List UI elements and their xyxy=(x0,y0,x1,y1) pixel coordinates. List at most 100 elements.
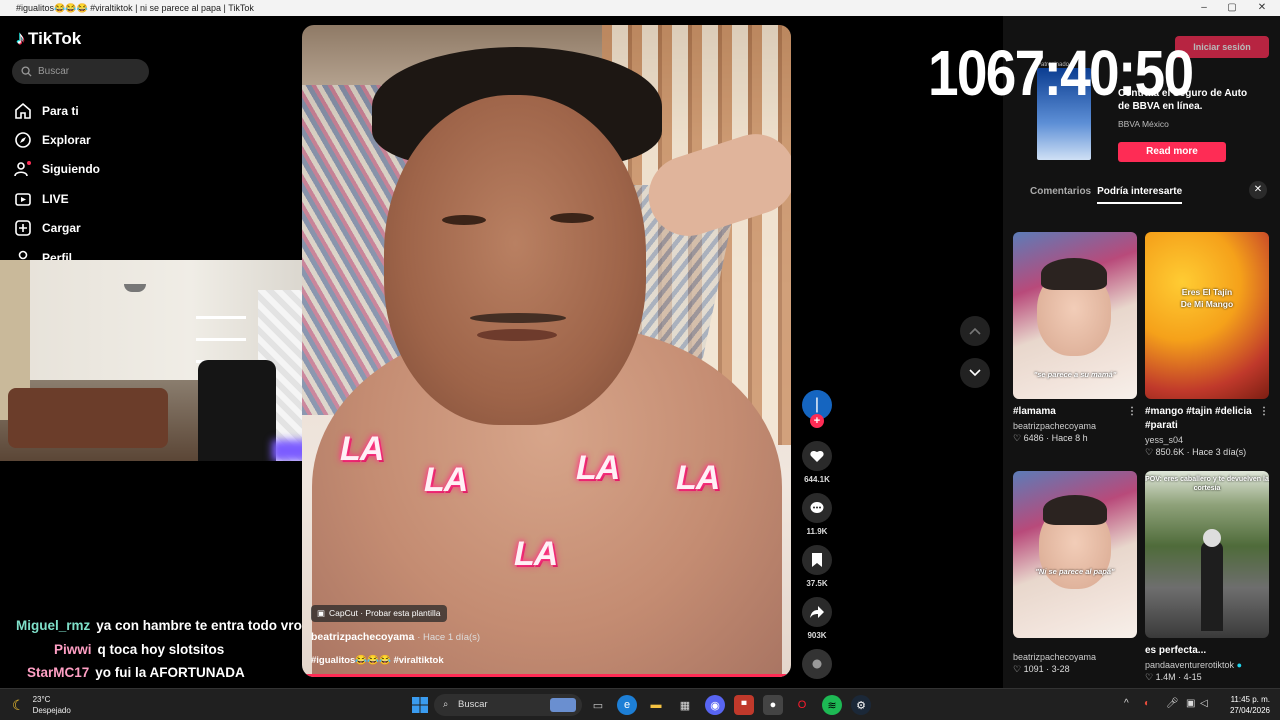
thumbnail-caption: "Ni se parece al papá" xyxy=(1035,567,1115,576)
comment-button[interactable]: 11.9K xyxy=(800,493,834,536)
webcam-gaming-chair xyxy=(198,360,276,461)
spotify-icon[interactable]: ≋ xyxy=(822,695,842,715)
bookmark-icon xyxy=(812,553,822,567)
tab-podria-interesarte[interactable]: Podría interesarte xyxy=(1097,186,1183,204)
network-icon[interactable]: ▣ xyxy=(1186,698,1195,709)
tiktok-note-icon: ♪ xyxy=(16,28,25,48)
more-options-icon[interactable]: ⋮ xyxy=(1259,405,1269,419)
sidebar-item-siguiendo[interactable]: Siguiendo xyxy=(14,155,100,184)
sidebar-item-live[interactable]: LIVE xyxy=(14,184,100,213)
overlay-text: LA xyxy=(424,461,468,499)
opera-icon[interactable]: O xyxy=(792,695,812,715)
store-icon[interactable]: ▦ xyxy=(675,695,695,715)
steam-icon[interactable]: ⚙ xyxy=(851,695,871,715)
microphone-icon[interactable]: 🎤︎ xyxy=(1166,698,1179,709)
chevron-down-icon xyxy=(969,369,981,377)
card-username[interactable]: beatrizpachecoyama xyxy=(1013,421,1137,431)
next-video-button[interactable] xyxy=(960,358,990,388)
chat-message: StarMC17 yo fui la AFORTUNADA xyxy=(16,661,302,685)
card-username[interactable]: beatrizpachecoyama xyxy=(1013,652,1137,662)
stream-chat: Miguel_rmz ya con hambre te entra todo vr… xyxy=(16,614,302,685)
file-explorer-icon[interactable]: ▬ xyxy=(646,695,666,715)
sidebar-item-para-ti[interactable]: Para ti xyxy=(14,96,100,125)
search-placeholder: Buscar xyxy=(38,66,70,77)
sidebar-item-label: Explorar xyxy=(42,133,91,148)
video-card[interactable]: POV: eres caballero y te devuelven la co… xyxy=(1145,471,1269,683)
weather-condition: Despejado xyxy=(32,706,71,715)
maximize-button[interactable]: ▢ xyxy=(1218,0,1246,16)
music-disc-icon[interactable] xyxy=(802,649,832,679)
search-input[interactable]: Buscar xyxy=(12,59,149,84)
minimize-button[interactable]: – xyxy=(1190,0,1218,16)
edge-icon[interactable]: e xyxy=(617,695,637,715)
search-icon: ⌕ xyxy=(443,699,449,710)
volume-icon[interactable]: ◁ xyxy=(1200,698,1208,709)
sidebar-item-explorar[interactable]: Explorar xyxy=(14,125,100,154)
video-player[interactable]: LA LA LA LA LA ▣ CapCut · Probar esta pl… xyxy=(302,25,791,677)
weather-temp: 23°C xyxy=(32,695,51,704)
ad-read-more-button[interactable]: Read more xyxy=(1118,142,1226,162)
sidebar-nav: Para ti Explorar Siguiendo LIVE Cargar P… xyxy=(14,96,100,272)
video-hashtags[interactable]: #igualitos😂😂😂 #viraltiktok xyxy=(311,655,444,666)
tab-comentarios[interactable]: Comentarios xyxy=(1030,186,1091,204)
more-options-icon[interactable]: ⋮ xyxy=(1127,405,1137,419)
streaming-app-icon[interactable]: ▀ xyxy=(734,695,754,715)
like-button[interactable]: 644.1K xyxy=(800,441,834,484)
tiktok-logo[interactable]: ♪ TikTok xyxy=(16,28,81,49)
post-time: · Hace 1 día(s) xyxy=(417,632,481,643)
windows-taskbar: ☾ 23°C Despejado ⌕ Buscar ▭ e ▬ ▦ ◉ ▀ ● … xyxy=(0,688,1280,720)
taskbar-search[interactable]: ⌕ Buscar xyxy=(434,694,582,716)
system-clock[interactable]: 11:45 p. m. 27/04/2026 xyxy=(1224,694,1270,716)
comment-count: 11.9K xyxy=(806,527,828,536)
tray-overflow-icon[interactable]: ^ xyxy=(1124,698,1129,709)
video-progress-fill xyxy=(302,674,787,677)
active-app-icon[interactable]: ● xyxy=(763,695,783,715)
webcam-overlay xyxy=(0,260,318,461)
sidebar-item-cargar[interactable]: Cargar xyxy=(14,214,100,243)
ad-brand: BBVA México xyxy=(1118,119,1169,129)
video-card[interactable]: Eres El Tajín De Mi Mango #mango #tajin … xyxy=(1145,232,1269,458)
share-icon xyxy=(810,606,824,618)
window-title: #igualitos😂😂😂 #viraltiktok | ni se parec… xyxy=(16,3,254,13)
card-meta: ♡ 1091 · 3-28 xyxy=(1013,664,1070,674)
video-card[interactable]: "se parece a su mamá" #lamama ⋮ beatrizpa… xyxy=(1013,232,1137,444)
chat-username: StarMC17 xyxy=(27,665,90,680)
comment-icon xyxy=(810,502,824,513)
chat-text: yo fui la AFORTUNADA xyxy=(95,665,245,680)
overlay-text: LA xyxy=(514,535,558,573)
share-button[interactable]: 903K xyxy=(800,597,834,640)
search-highlight-icon xyxy=(550,698,576,712)
card-title: es perfecta... xyxy=(1145,645,1207,656)
card-title: #lamama ⋮ xyxy=(1013,405,1137,419)
card-username[interactable]: yess_s04 xyxy=(1145,435,1269,445)
capcut-label: CapCut · Probar esta plantilla xyxy=(329,608,441,618)
sidebar-item-label: Para ti xyxy=(42,103,79,118)
video-progress-bar[interactable] xyxy=(302,674,791,677)
video-author[interactable]: beatrizpachecoyama · Hace 1 día(s) xyxy=(311,631,480,643)
capcut-icon: ▣ xyxy=(317,608,326,618)
close-panel-button[interactable]: ✕ xyxy=(1249,181,1267,199)
like-count: 644.1K xyxy=(804,475,830,484)
windows-start-icon[interactable] xyxy=(410,695,430,715)
previous-video-button[interactable] xyxy=(960,316,990,346)
card-username[interactable]: pandaaventurerotiktok ● xyxy=(1145,660,1269,670)
thumbnail-caption: Eres El Tajín De Mi Mango xyxy=(1180,287,1234,309)
heart-icon xyxy=(810,450,824,462)
tray-app-icon[interactable]: ◐ xyxy=(1144,698,1150,709)
task-view-icon[interactable]: ▭ xyxy=(588,695,608,715)
video-thumbnail: POV: eres caballero y te devuelven la co… xyxy=(1145,471,1269,638)
clock-time: 11:45 p. m. xyxy=(1230,695,1270,704)
close-window-button[interactable]: ✕ xyxy=(1248,0,1276,16)
follow-plus-icon[interactable]: + xyxy=(810,414,824,428)
discord-icon[interactable]: ◉ xyxy=(705,695,725,715)
video-card[interactable]: "Ni se parece al papá" beatrizpachecoyam… xyxy=(1013,471,1137,675)
save-button[interactable]: 37.5K xyxy=(800,545,834,588)
weather-widget[interactable]: ☾ 23°C Despejado xyxy=(12,694,71,716)
taskbar-search-label: Buscar xyxy=(458,699,488,710)
capcut-template-link[interactable]: ▣ CapCut · Probar esta plantilla xyxy=(311,605,447,622)
chevron-up-icon xyxy=(969,327,981,335)
sidebar-item-label: LIVE xyxy=(42,191,69,206)
verified-icon: ● xyxy=(1236,660,1243,670)
video-thumbnail: "se parece a su mamá" xyxy=(1013,232,1137,399)
card-title: #mango #tajin #delicia #parati ⋮ xyxy=(1145,405,1269,431)
